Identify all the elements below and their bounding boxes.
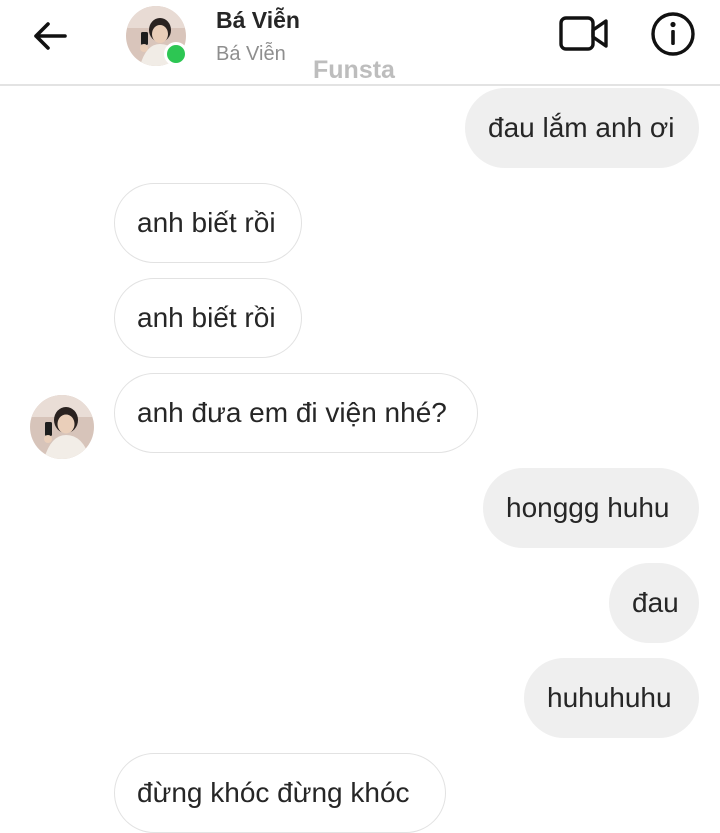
message-bubble-sent[interactable]: huhuhuhu [524,658,699,738]
message-bubble-received[interactable]: đừng khóc đừng khóc [114,753,446,833]
info-button[interactable] [648,10,698,58]
watermark-text: Funsta [313,56,395,84]
video-camera-icon [559,16,608,51]
message-bubble-sent[interactable]: honggg huhu [483,468,699,548]
avatar-photo [30,395,94,459]
message-bubble-received[interactable]: anh đưa em đi viện nhé? [114,373,478,453]
message-bubble-sent[interactable]: đau lắm anh ơi [465,88,699,168]
message-bubble-received[interactable]: anh biết rồi [114,183,302,263]
video-call-button[interactable] [556,12,612,56]
chat-header: Bá Viễn Bá Viễn Funsta [0,0,720,86]
sender-avatar[interactable] [30,395,94,459]
contact-name[interactable]: Bá Viễn [216,7,300,34]
contact-username: Bá Viễn [216,43,286,65]
info-circle-icon [651,12,695,56]
message-bubble-sent[interactable]: đau [609,563,699,643]
back-button[interactable] [28,16,72,56]
message-bubble-received[interactable]: anh biết rồi [114,278,302,358]
arrow-left-icon [34,22,67,50]
online-status-dot [164,42,188,66]
contact-avatar[interactable] [126,6,188,66]
